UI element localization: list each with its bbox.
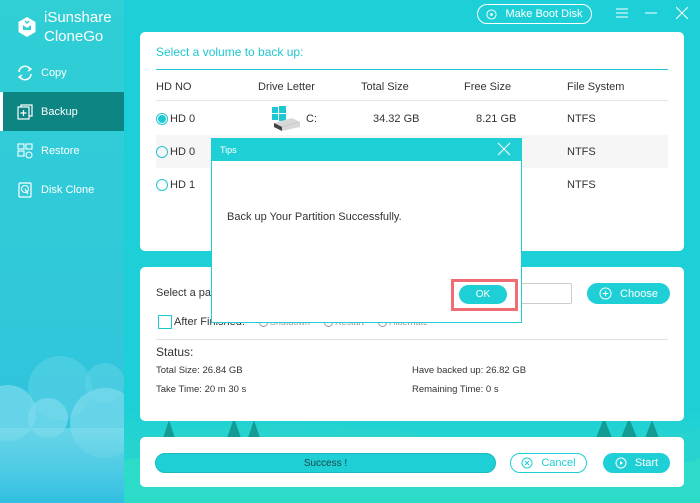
ok-label: OK	[475, 289, 491, 300]
plus-circle-icon	[599, 287, 612, 300]
after-finished-checkbox[interactable]	[158, 315, 172, 329]
start-label: Start	[634, 457, 659, 469]
ok-button[interactable]: OK	[459, 285, 507, 304]
disc-icon	[486, 8, 498, 20]
status-divider	[156, 339, 668, 340]
file-system: NTFS	[567, 145, 596, 158]
volume-radio[interactable]	[156, 145, 168, 158]
sidebar-nav: Copy Backup Restore Disk Clone	[0, 53, 124, 209]
menu-button[interactable]	[612, 3, 632, 23]
minimize-icon	[645, 12, 657, 14]
hd-no: HD 0	[170, 112, 196, 125]
progress-text: Success !	[303, 457, 348, 469]
col-free-size: Free Size	[464, 80, 512, 93]
dialog-header: Tips	[212, 139, 521, 161]
sidebar: iSunshare CloneGo Copy Backup Restore Di…	[0, 0, 124, 503]
start-button[interactable]: Start	[603, 453, 670, 473]
file-system: NTFS	[567, 112, 596, 125]
file-system: NTFS	[567, 178, 596, 191]
windows-drive-icon	[272, 105, 301, 131]
choose-button[interactable]: Choose	[587, 283, 670, 304]
volume-table-header: HD NO Drive Letter Total Size Free Size …	[156, 73, 668, 101]
sidebar-item-label: Disk Clone	[41, 183, 95, 196]
path-label: Select a pa	[156, 287, 212, 299]
progress-bar: Success !	[155, 453, 496, 473]
close-icon	[676, 7, 688, 19]
remaining-time-stat: Remaining Time: 0 s	[412, 384, 499, 395]
sidebar-item-backup[interactable]: Backup	[0, 92, 124, 131]
disk-clone-icon	[18, 181, 32, 198]
hexagon-logo-icon	[18, 17, 36, 37]
make-boot-disk-label: Make Boot Disk	[505, 8, 583, 20]
actions-panel: Success ! Cancel Start	[140, 437, 684, 487]
dialog-message: Back up Your Partition Successfully.	[227, 211, 402, 223]
volume-radio-selected[interactable]	[156, 112, 168, 125]
free-size: 8.21 GB	[476, 112, 517, 125]
volume-radio[interactable]	[156, 178, 168, 191]
hd-no: HD 0	[170, 145, 196, 158]
play-circle-icon	[615, 457, 627, 469]
title-divider	[156, 69, 668, 70]
backup-plus-icon	[17, 103, 33, 120]
col-file-system: File System	[567, 80, 625, 93]
close-window-button[interactable]	[672, 3, 692, 23]
dialog-title: Tips	[220, 145, 237, 155]
cancel-button[interactable]: Cancel	[510, 453, 587, 473]
app-name-line1: iSunshare	[44, 9, 112, 26]
restore-icon	[17, 142, 33, 159]
sidebar-item-disk-clone[interactable]: Disk Clone	[0, 170, 124, 209]
sidebar-item-label: Backup	[41, 105, 78, 118]
minimize-button[interactable]	[641, 3, 661, 23]
make-boot-disk-button[interactable]: Make Boot Disk	[477, 4, 592, 24]
drive-letter: C:	[306, 112, 317, 125]
app-name-line2: CloneGo	[44, 28, 104, 45]
col-drive-letter: Drive Letter	[258, 80, 315, 93]
col-total-size: Total Size	[361, 80, 409, 93]
app-logo: iSunshare CloneGo	[17, 8, 112, 46]
sidebar-item-copy[interactable]: Copy	[0, 53, 124, 92]
total-size-stat: Total Size: 26.84 GB	[156, 365, 243, 376]
dialog-close-icon[interactable]	[497, 142, 511, 156]
hd-no: HD 1	[170, 178, 196, 191]
table-row[interactable]: HD 0 C: 34.32 GB 8.21 GB NTFS	[156, 102, 668, 135]
sidebar-item-label: Copy	[41, 66, 67, 79]
take-time-stat: Take Time: 20 m 30 s	[156, 384, 247, 395]
app-window: iSunshare CloneGo Copy Backup Restore Di…	[0, 0, 700, 503]
tips-dialog: Tips Back up Your Partition Successfully…	[211, 138, 522, 323]
choose-label: Choose	[620, 287, 658, 300]
cancel-circle-icon	[521, 457, 533, 469]
total-size: 34.32 GB	[373, 112, 420, 125]
clouds-decoration	[0, 356, 124, 503]
col-hd-no: HD NO	[156, 80, 192, 93]
sidebar-item-label: Restore	[41, 144, 80, 157]
backed-up-stat: Have backed up: 26.82 GB	[412, 365, 527, 376]
cancel-label: Cancel	[541, 457, 576, 469]
sync-icon	[17, 65, 33, 80]
volume-section-title: Select a volume to back up:	[156, 45, 304, 59]
status-title: Status:	[156, 345, 194, 359]
sidebar-item-restore[interactable]: Restore	[0, 131, 124, 170]
menu-icon	[616, 8, 628, 18]
